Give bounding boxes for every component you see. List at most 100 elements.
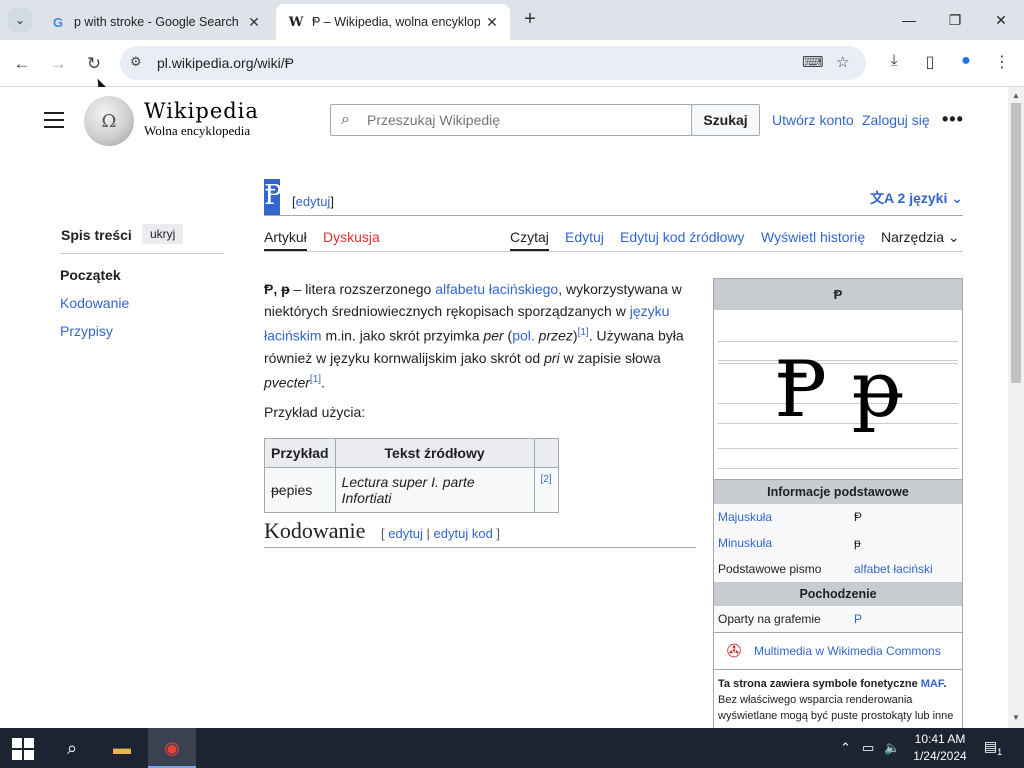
tab-edit[interactable]: Edytuj xyxy=(565,229,604,245)
volume-muted-icon[interactable]: 🔈 xyxy=(884,740,900,756)
infobox-row: Oparty na grafemie P xyxy=(714,606,962,632)
file-explorer-icon[interactable]: ▬ xyxy=(98,728,146,768)
tray-chevron-icon[interactable]: ⌃ xyxy=(840,740,851,756)
tab-search-icon[interactable]: ⌄ xyxy=(8,8,32,32)
notification-count: 1 xyxy=(997,746,1003,757)
scroll-down-icon[interactable]: ▼ xyxy=(1008,713,1024,722)
usage-label: Przykład użycia: xyxy=(264,404,366,420)
profile-icon[interactable]: ● xyxy=(954,52,978,70)
browser-tab-wikipedia[interactable]: W Ᵽ – Wikipedia, wolna encyklope ✕ xyxy=(276,4,510,40)
reference-link[interactable]: [2] xyxy=(541,474,552,485)
infobox-title: Ᵽ xyxy=(714,279,962,310)
infobox-value-link[interactable]: alfabet łaciński xyxy=(854,562,962,576)
toc-item-kodowanie[interactable]: Kodowanie xyxy=(60,295,129,311)
infobox-key-link[interactable]: Majuskuła xyxy=(714,510,854,524)
wikipedia-tagline: Wolna encyklopedia xyxy=(144,123,251,138)
language-count: 2 języki xyxy=(897,190,948,206)
wikipedia-globe-logo[interactable]: Ω xyxy=(84,96,134,146)
commons-link[interactable]: Multimedia w Wikimedia Commons xyxy=(754,644,941,658)
wikipedia-favicon-icon: W xyxy=(288,14,304,30)
tab-history[interactable]: Wyświetl historię xyxy=(761,229,865,245)
table-row: ᵽepies Lectura super I. parte Infortiati… xyxy=(264,467,559,513)
close-tab-icon[interactable]: ✕ xyxy=(242,14,266,31)
note-bold: Ta strona zawiera symbole fonetyczne xyxy=(718,678,921,690)
page-scrollbar[interactable]: ▲ ▼ xyxy=(1008,87,1024,728)
section-edit-link[interactable]: edytuj xyxy=(388,526,423,541)
commons-link-row[interactable]: ✇ Multimedia w Wikimedia Commons xyxy=(714,632,962,670)
close-tab-icon[interactable]: ✕ xyxy=(480,14,504,31)
bold-term: Ᵽ, ᵽ xyxy=(264,281,290,297)
system-clock[interactable]: 10:41 AM 1/24/2024 xyxy=(900,731,980,765)
italic-text: pvecter xyxy=(264,374,310,391)
wikipedia-wordmark[interactable]: Wikipedia xyxy=(144,99,259,123)
chrome-taskbar-icon[interactable]: ◉ xyxy=(148,728,196,768)
back-icon[interactable]: ← xyxy=(8,50,36,78)
maf-link[interactable]: MAF xyxy=(921,678,944,690)
scrollbar-thumb[interactable] xyxy=(1011,103,1021,383)
minimize-icon[interactable]: — xyxy=(886,0,932,40)
link-polish[interactable]: pol. xyxy=(512,328,535,344)
infobox-key-link[interactable]: Minuskuła xyxy=(714,536,854,550)
page-tabs: Artykuł Dyskusja Czytaj Edytuj Edytuj ko… xyxy=(264,227,963,252)
tab-discussion[interactable]: Dyskusja xyxy=(323,229,380,245)
infobox-section-basic: Informacje podstawowe xyxy=(714,480,962,504)
language-button[interactable]: 文A 2 języki ⌄ xyxy=(870,188,963,208)
tab-tools[interactable]: Narzędzia ⌄ xyxy=(881,229,960,246)
infobox-value-link[interactable]: P xyxy=(854,612,962,626)
address-bar[interactable]: ⚙ pl.wikipedia.org/wiki/Ᵽ ⌨ ☆ xyxy=(120,46,866,80)
reference-link[interactable]: [1] xyxy=(310,374,321,385)
scroll-up-icon[interactable]: ▲ xyxy=(1008,91,1024,100)
main-menu-icon[interactable] xyxy=(44,112,64,133)
tools-label: Narzędzia xyxy=(881,229,945,245)
infobox-row: Podstawowe pismo alfabet łaciński xyxy=(714,556,962,582)
site-info-icon[interactable]: ⚙ xyxy=(130,54,142,70)
tab-article[interactable]: Artykuł xyxy=(264,229,307,251)
table-header xyxy=(533,438,559,468)
tab-edit-source[interactable]: Edytuj kod źródłowy xyxy=(620,229,745,245)
forward-icon[interactable]: → xyxy=(44,50,72,78)
new-tab-icon[interactable]: + xyxy=(518,8,542,32)
search-input[interactable]: ⌕ Przeszukaj Wikipedię xyxy=(330,104,692,136)
browser-tab-strip: ⌄ G p with stroke - Google Search ✕ W Ᵽ … xyxy=(0,0,1024,40)
text: m.in. jako skrót przyimka xyxy=(321,327,484,344)
side-panel-icon[interactable]: ▯ xyxy=(918,52,942,72)
section-edit-links: [ edytuj | edytuj kod ] xyxy=(381,526,501,541)
wikimedia-commons-icon: ✇ xyxy=(726,640,742,661)
search-icon[interactable]: ⌕ xyxy=(48,728,96,768)
notifications-icon[interactable]: ▤1 xyxy=(982,738,1004,758)
close-window-icon[interactable]: ✕ xyxy=(978,0,1024,40)
chevron-down-icon: ⌄ xyxy=(951,190,963,206)
search-button[interactable]: Szukaj xyxy=(691,104,760,136)
translate-icon[interactable]: ⌨ xyxy=(802,53,824,71)
link-latin-alphabet[interactable]: alfabetu łacińskiego xyxy=(435,281,558,297)
restore-icon[interactable]: ❐ xyxy=(932,0,978,40)
browser-tab-google[interactable]: G p with stroke - Google Search ✕ xyxy=(38,4,272,40)
section-edit-code-link[interactable]: edytuj kod xyxy=(434,526,493,541)
google-favicon-icon: G xyxy=(52,14,64,30)
text: w zapisie słowa xyxy=(559,349,661,366)
table-header: Przykład xyxy=(264,438,336,468)
toc-item-start[interactable]: Początek xyxy=(60,267,121,283)
chrome-menu-icon[interactable]: ⋮ xyxy=(990,52,1014,72)
address-url[interactable]: pl.wikipedia.org/wiki/Ᵽ xyxy=(157,55,294,71)
network-icon[interactable]: ▭ xyxy=(862,740,874,756)
create-account-link[interactable]: Utwórz konto xyxy=(772,112,854,128)
bookmark-star-icon[interactable]: ☆ xyxy=(836,53,849,71)
infobox-row: Majuskuła Ᵽ xyxy=(714,504,962,530)
toc-hide-button[interactable]: ukryj xyxy=(142,224,184,244)
clock-date: 1/24/2024 xyxy=(913,749,967,763)
tab-read[interactable]: Czytaj xyxy=(510,229,549,251)
translate-icon: 文A xyxy=(870,190,894,206)
download-icon[interactable]: ⤓ xyxy=(882,52,906,70)
windows-start-icon[interactable] xyxy=(12,738,34,760)
reload-icon[interactable]: ↻ xyxy=(80,50,108,78)
toc-item-przypisy[interactable]: Przypisy xyxy=(60,323,113,339)
browser-toolbar: ← → ↻ ⚙ pl.wikipedia.org/wiki/Ᵽ ⌨ ☆ ⤓ ▯ … xyxy=(0,40,1024,87)
toc-divider xyxy=(60,253,224,254)
title-edit-link[interactable]: [edytuj] xyxy=(292,194,334,209)
section-title: Kodowanie xyxy=(264,518,366,543)
reference-link[interactable]: [1] xyxy=(578,327,589,338)
login-link[interactable]: Zaloguj się xyxy=(862,112,930,128)
tab-title: p with stroke - Google Search xyxy=(74,15,239,29)
more-options-icon[interactable]: ••• xyxy=(942,109,964,130)
